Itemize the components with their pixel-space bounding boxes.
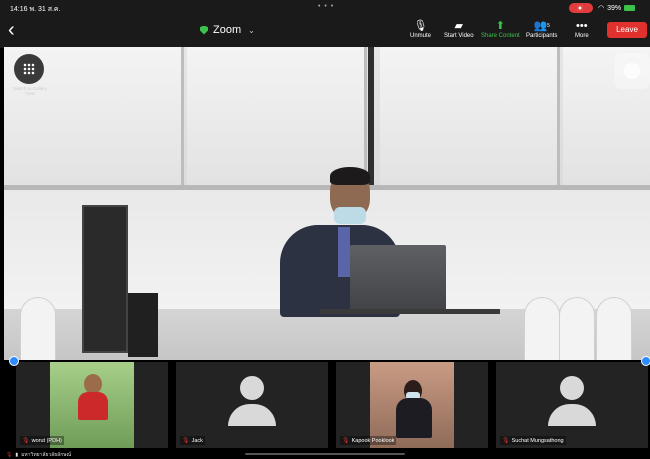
- chair: [20, 297, 56, 360]
- chevron-down-icon: ⌄: [248, 25, 255, 35]
- chair: [559, 297, 595, 360]
- battery-percent: 39%: [607, 4, 622, 12]
- network-status: 🎙 ▮ มหาวิทยาลัยวลัยลักษณ์: [6, 451, 71, 459]
- chair: [524, 297, 560, 360]
- screen-record-icon[interactable]: [569, 3, 593, 13]
- participant-tile[interactable]: 🎙 Kapook Pooklook: [336, 362, 488, 448]
- participant-name: 🎙 Suchat Mungsathong: [500, 436, 566, 445]
- scroll-left-badge-icon[interactable]: [9, 356, 19, 366]
- participant-name-label: Kapook Pooklook: [351, 437, 395, 444]
- speaker-hair: [330, 167, 370, 185]
- laptop: [350, 245, 446, 311]
- participant-shirt: [78, 392, 108, 420]
- more-button[interactable]: ••• More: [575, 18, 589, 40]
- window-pane: [380, 47, 560, 185]
- active-speaker-video[interactable]: [4, 47, 650, 360]
- battery-icon: [624, 5, 636, 11]
- speaker-lanyard: [338, 227, 350, 277]
- signal-icon: ▮: [15, 452, 19, 458]
- participant-name: 🎙 Kapook Pooklook: [340, 436, 397, 445]
- mic-muted-icon: 🎙: [502, 438, 510, 444]
- shield-icon: [200, 25, 208, 35]
- mic-muted-icon: 🎙: [342, 438, 350, 444]
- meeting-toolbar: ‹ Zoom ⌄ 🎙 Unmute ▰ Start Video ⬆ Share …: [0, 16, 650, 48]
- participants-icon: 👥 5: [533, 20, 550, 32]
- participant-name: 🎙 worut (PDH): [20, 436, 64, 445]
- meeting-title[interactable]: Zoom ⌄: [200, 24, 255, 36]
- desk-monitor: [82, 205, 128, 353]
- participants-button[interactable]: 👥 5 Participants: [526, 18, 557, 39]
- multitask-dots-icon[interactable]: • • •: [318, 3, 334, 10]
- network-label: มหาวิทยาลัยวลัยลักษณ์: [21, 452, 72, 458]
- gallery-view-button[interactable]: [14, 54, 44, 84]
- wifi-icon: ◠: [598, 5, 605, 12]
- home-indicator[interactable]: [245, 453, 405, 455]
- mic-muted-icon: 🎙: [22, 438, 30, 444]
- laptop-base: [320, 309, 500, 314]
- participant-tile[interactable]: 🎙 worut (PDH): [16, 362, 168, 448]
- more-dots-icon: •••: [576, 19, 588, 32]
- share-content-label: Share Content: [481, 33, 520, 39]
- mic-muted-icon: 🎙: [6, 452, 13, 458]
- mic-muted-icon: 🎙: [182, 438, 190, 444]
- participant-name-label: Suchat Mungsathong: [511, 437, 564, 444]
- start-video-button[interactable]: ▰ Start Video: [444, 18, 474, 39]
- bottom-status-row: 🎙 ▮ มหาวิทยาลัยวลัยลักษณ์: [0, 449, 650, 459]
- participants-label: Participants: [526, 33, 558, 39]
- avatar-placeholder-icon: [228, 376, 276, 432]
- face-mask: [334, 207, 366, 224]
- participant-name-label: Jack: [191, 437, 203, 444]
- leave-button[interactable]: Leave: [607, 22, 647, 38]
- chair: [596, 297, 632, 360]
- participant-name-label: worut (PDH): [31, 437, 62, 444]
- more-label: More: [575, 33, 589, 39]
- participant-tile[interactable]: 🎙 Suchat Mungsathong: [496, 362, 648, 448]
- participant-face: [84, 374, 102, 394]
- meeting-title-label: Zoom: [213, 24, 242, 36]
- camera-logo-icon: [614, 53, 650, 89]
- participant-name: 🎙 Jack: [180, 436, 205, 445]
- participant-body: [396, 398, 432, 438]
- start-video-label: Start Video: [444, 33, 474, 39]
- mic-off-icon: 🎙: [413, 20, 428, 32]
- share-screen-icon: ⬆: [495, 20, 505, 32]
- desk-monitor: [128, 293, 158, 357]
- status-bar: 14:16 พ. 31 ส.ค. • • • ◠ 39%: [0, 0, 650, 16]
- gallery-view-label: Switch to Gallery View: [13, 86, 47, 96]
- clock-date: 14:16 พ. 31 ส.ค.: [10, 6, 61, 13]
- share-content-button[interactable]: ⬆ Share Content: [481, 18, 520, 39]
- grid-icon: [23, 63, 35, 75]
- avatar-placeholder-icon: [548, 376, 596, 432]
- unmute-label: Unmute: [410, 33, 432, 39]
- participants-count: 5: [547, 22, 550, 29]
- system-indicators: ◠ 39%: [598, 4, 636, 12]
- video-off-icon: ▰: [454, 20, 464, 32]
- scroll-right-badge-icon[interactable]: [641, 356, 650, 366]
- back-chevron-icon[interactable]: ‹: [8, 20, 15, 40]
- window-pane: [187, 47, 367, 185]
- participant-strip: 🎙 worut (PDH) 🎙 Jack 🎙 Kapook Pooklook 🎙: [0, 360, 650, 449]
- unmute-button[interactable]: 🎙 Unmute: [410, 18, 431, 39]
- participant-tile[interactable]: 🎙 Jack: [176, 362, 328, 448]
